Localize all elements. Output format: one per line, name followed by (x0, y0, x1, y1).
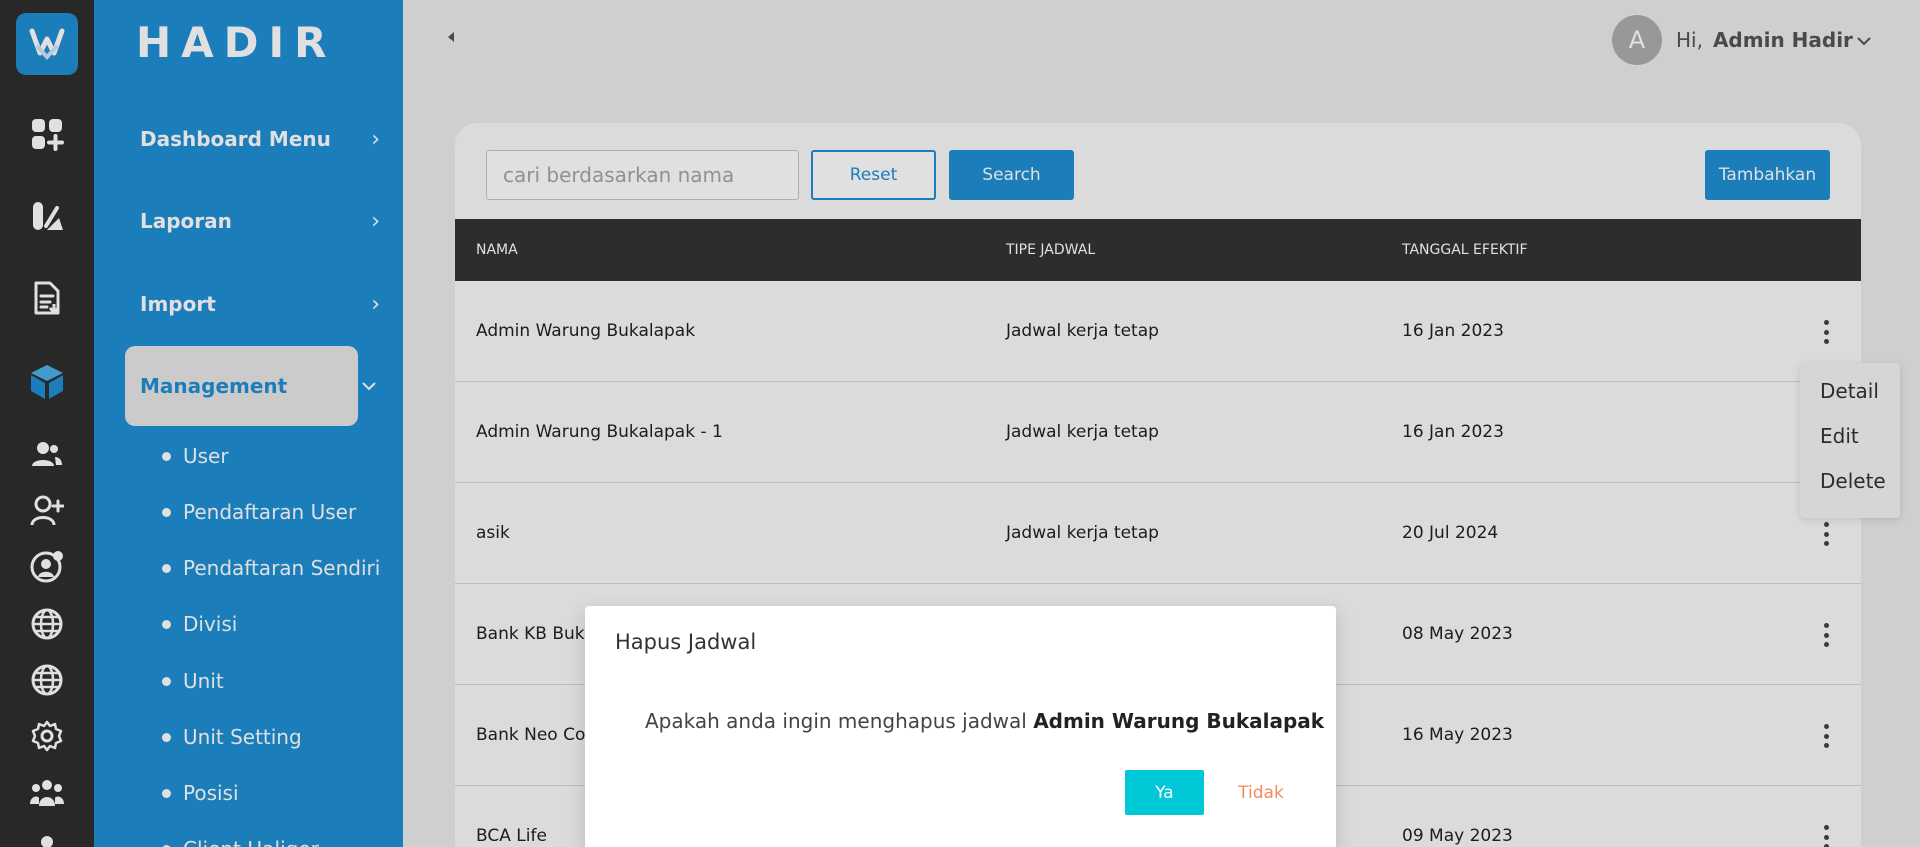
dialog-title: Hapus Jadwal (615, 630, 757, 654)
confirm-button[interactable]: Ya (1125, 770, 1204, 815)
dialog-message: Apakah anda ingin menghapus jadwal Admin… (645, 709, 1324, 733)
delete-dialog: Hapus Jadwal Apakah anda ingin menghapus… (585, 606, 1336, 847)
cancel-button[interactable]: Tidak (1221, 770, 1301, 815)
dialog-target-name: Admin Warung Bukalapak (1033, 709, 1325, 733)
dialog-message-text: Apakah anda ingin menghapus jadwal (645, 709, 1027, 733)
